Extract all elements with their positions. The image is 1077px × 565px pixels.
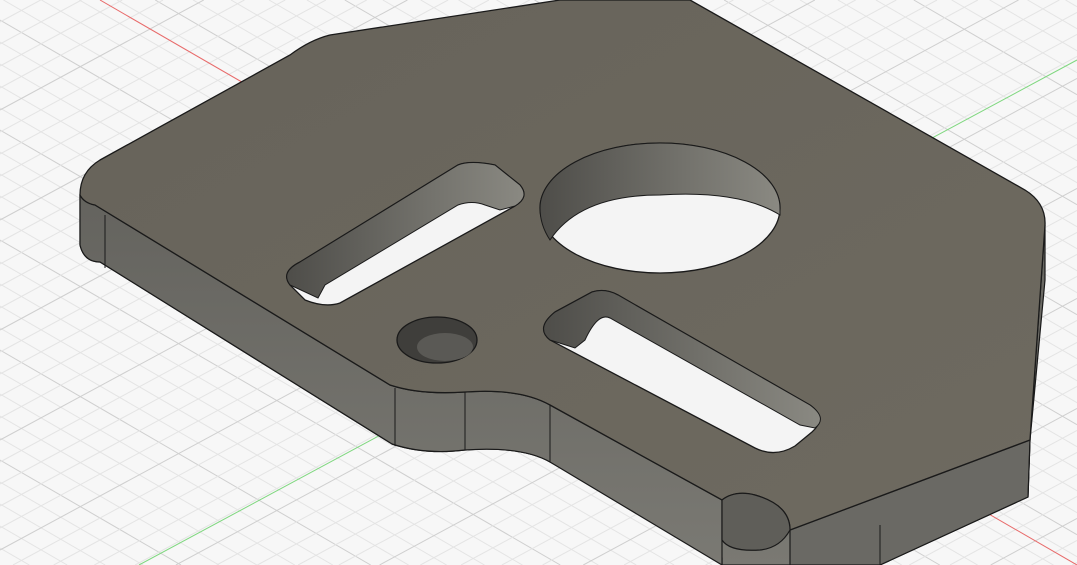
grid-line [0, 393, 296, 565]
grid-line [951, 0, 1077, 74]
grid-line [1065, 0, 1077, 8]
cad-3d-viewport[interactable] [0, 0, 1077, 565]
model-canvas[interactable] [0, 0, 1077, 565]
large-round-hole [539, 142, 781, 274]
grid-line [0, 0, 164, 89]
grid-line [0, 0, 41, 23]
grid-line [0, 0, 82, 45]
grid-line [0, 415, 258, 565]
grid-line [0, 459, 182, 565]
grid-line [875, 0, 1077, 118]
small-round-hole [396, 316, 478, 364]
grid-line [989, 0, 1077, 52]
grid-line [0, 0, 123, 67]
grid-line [0, 503, 106, 565]
grid-line [0, 547, 30, 565]
grid-line [0, 371, 334, 565]
